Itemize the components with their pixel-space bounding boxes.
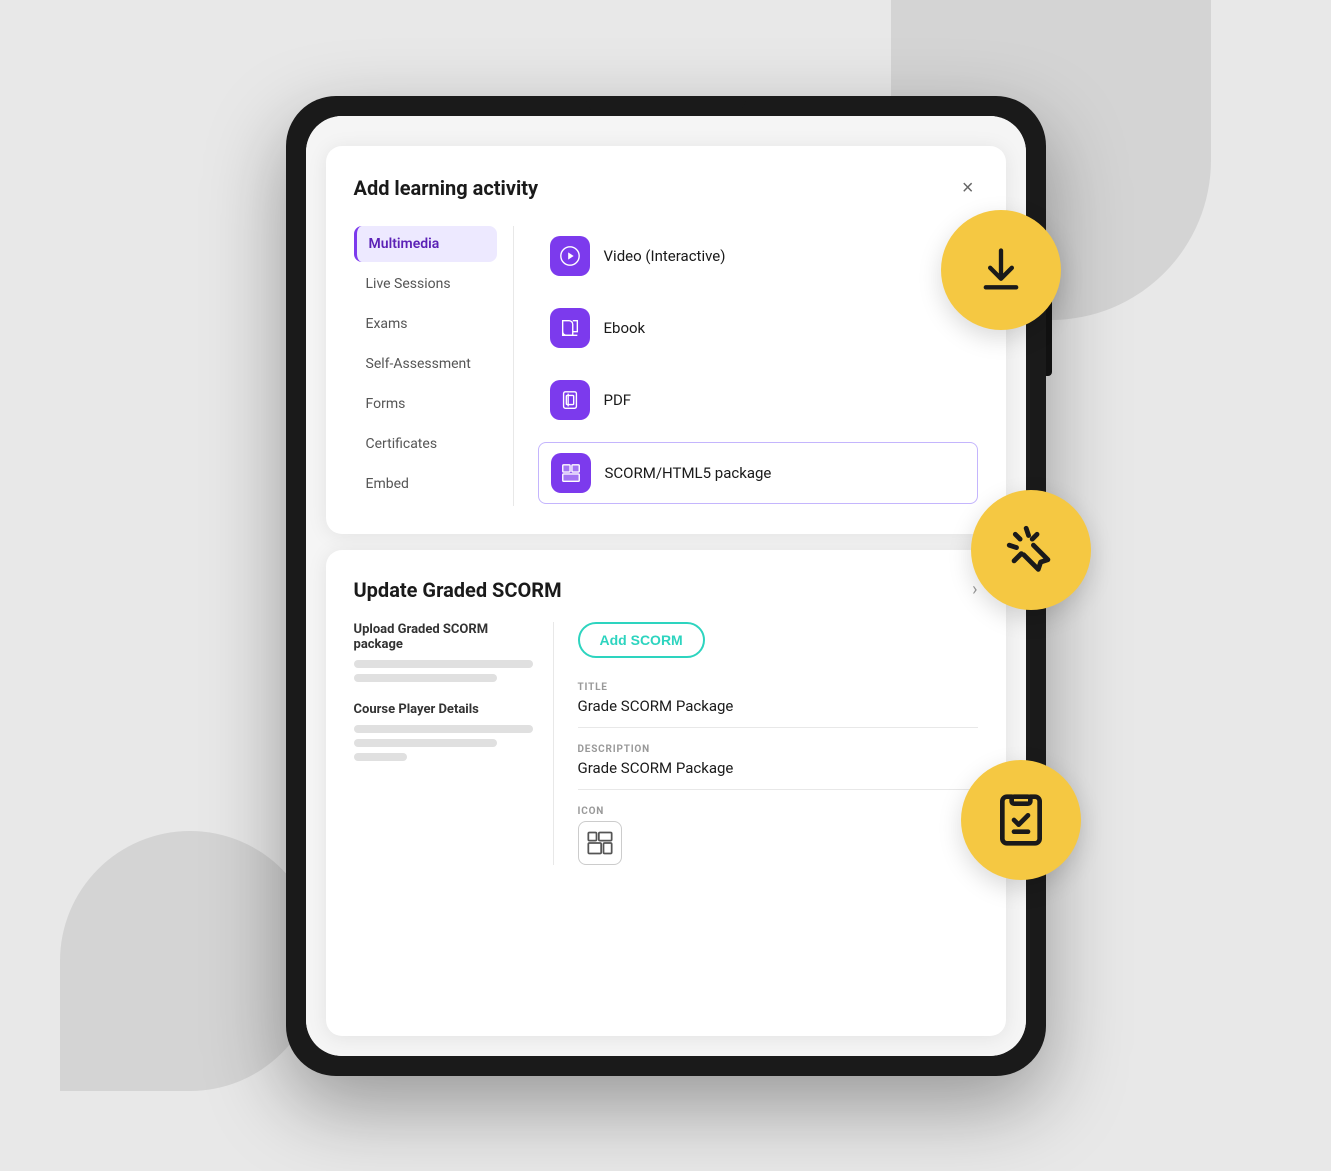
scorm-header: Update Graded SCORM ›	[354, 578, 978, 602]
ebook-icon-container	[550, 308, 590, 348]
book-icon	[559, 317, 581, 339]
activity-video[interactable]: Video (Interactive)	[538, 226, 978, 286]
description-field-group: DESCRIPTION Grade SCORM Package	[578, 744, 978, 790]
title-label: TITLE	[578, 682, 978, 693]
modal-header: Add learning activity ×	[354, 174, 978, 202]
skeleton-1	[354, 660, 533, 668]
title-field-group: TITLE Grade SCORM Package	[578, 682, 978, 728]
scorm-icon	[560, 462, 582, 484]
ebook-label: Ebook	[604, 319, 646, 337]
cursor-click-icon	[1002, 521, 1060, 579]
icon-field-group: ICON	[578, 806, 978, 865]
nav-item-embed[interactable]: Embed	[354, 466, 497, 502]
scorm-left-panel: Upload Graded SCORM package Course Playe…	[354, 622, 554, 865]
click-circle	[971, 490, 1091, 610]
add-scorm-button[interactable]: Add SCORM	[578, 622, 705, 658]
update-graded-scorm-card: Update Graded SCORM › Upload Graded SCOR…	[326, 550, 1006, 1036]
description-value: Grade SCORM Package	[578, 759, 978, 777]
add-learning-activity-modal: Add learning activity × Multimedia Live …	[326, 146, 1006, 534]
nav-item-live-sessions[interactable]: Live Sessions	[354, 266, 497, 302]
nav-item-self-assessment[interactable]: Self-Assessment	[354, 346, 497, 382]
nav-item-forms[interactable]: Forms	[354, 386, 497, 422]
scorm-label: SCORM/HTML5 package	[605, 464, 772, 482]
tablet-screen: Add learning activity × Multimedia Live …	[306, 116, 1026, 1056]
pdf-icon	[559, 389, 581, 411]
modal-title: Add learning activity	[354, 176, 539, 200]
activity-ebook[interactable]: Ebook	[538, 298, 978, 358]
modal-body: Multimedia Live Sessions Exams Self-Asse…	[354, 226, 978, 506]
upload-section-label: Upload Graded SCORM package	[354, 622, 533, 652]
skeleton-4	[354, 739, 497, 747]
video-icon	[559, 245, 581, 267]
scorm-header-arrow: ›	[972, 579, 977, 600]
scorm-icon-preview	[578, 821, 622, 865]
scorm-preview-icon	[586, 829, 614, 857]
bg-shape-left	[60, 831, 320, 1091]
skeleton-5	[354, 753, 408, 761]
nav-item-multimedia[interactable]: Multimedia	[354, 226, 497, 262]
clipboard-check-icon	[993, 792, 1049, 848]
scorm-right-panel: Add SCORM TITLE Grade SCORM Package DESC…	[554, 622, 978, 865]
pdf-label: PDF	[604, 391, 632, 409]
activity-nav-sidebar: Multimedia Live Sessions Exams Self-Asse…	[354, 226, 514, 506]
scorm-icon-container	[551, 453, 591, 493]
nav-item-certificates[interactable]: Certificates	[354, 426, 497, 462]
skeleton-2	[354, 674, 497, 682]
download-icon	[975, 244, 1027, 296]
video-label: Video (Interactive)	[604, 247, 726, 265]
tablet-top-bar	[586, 96, 746, 114]
course-player-label: Course Player Details	[354, 702, 533, 717]
clipboard-circle	[961, 760, 1081, 880]
icon-label: ICON	[578, 806, 978, 817]
nav-item-exams[interactable]: Exams	[354, 306, 497, 342]
title-value: Grade SCORM Package	[578, 697, 978, 715]
screen-content: Add learning activity × Multimedia Live …	[306, 116, 1026, 1056]
scorm-body: Upload Graded SCORM package Course Playe…	[354, 622, 978, 865]
description-label: DESCRIPTION	[578, 744, 978, 755]
activity-scorm[interactable]: SCORM/HTML5 package	[538, 442, 978, 504]
upload-section: Upload Graded SCORM package	[354, 622, 533, 682]
close-button[interactable]: ×	[958, 174, 978, 202]
scorm-card-title: Update Graded SCORM	[354, 578, 562, 602]
pdf-icon-container	[550, 380, 590, 420]
course-player-section: Course Player Details	[354, 702, 533, 761]
download-circle	[941, 210, 1061, 330]
activity-content-area: Video (Interactive) Ebook	[514, 226, 978, 506]
activity-pdf[interactable]: PDF	[538, 370, 978, 430]
tablet-frame: Add learning activity × Multimedia Live …	[286, 96, 1046, 1076]
skeleton-3	[354, 725, 533, 733]
video-icon-container	[550, 236, 590, 276]
